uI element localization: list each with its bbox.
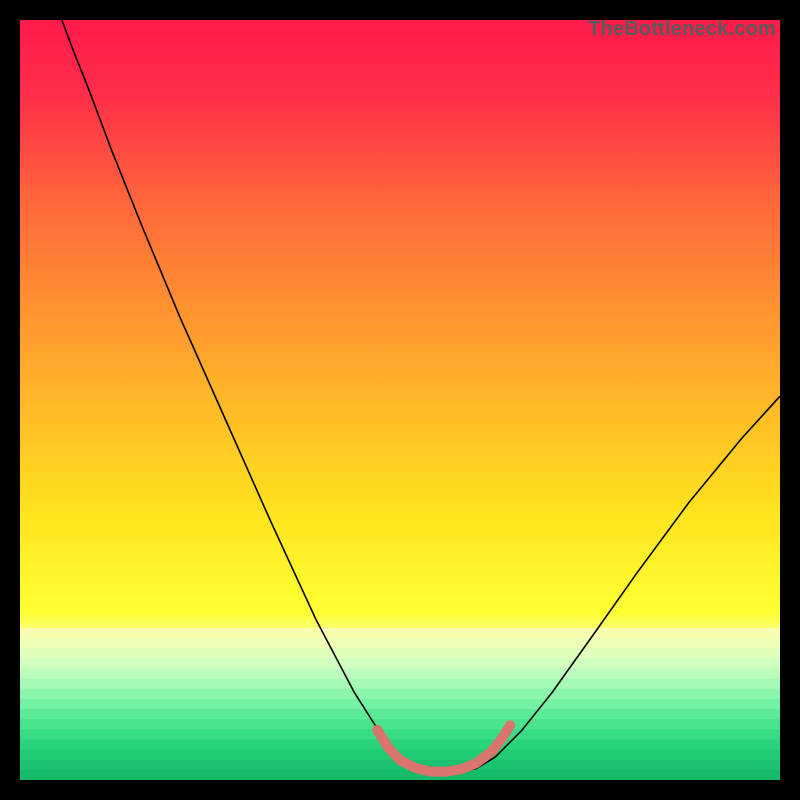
watermark-text: TheBottleneck.com xyxy=(588,18,776,41)
chart-frame: TheBottleneck.com xyxy=(20,20,780,780)
chart-svg xyxy=(20,20,780,780)
